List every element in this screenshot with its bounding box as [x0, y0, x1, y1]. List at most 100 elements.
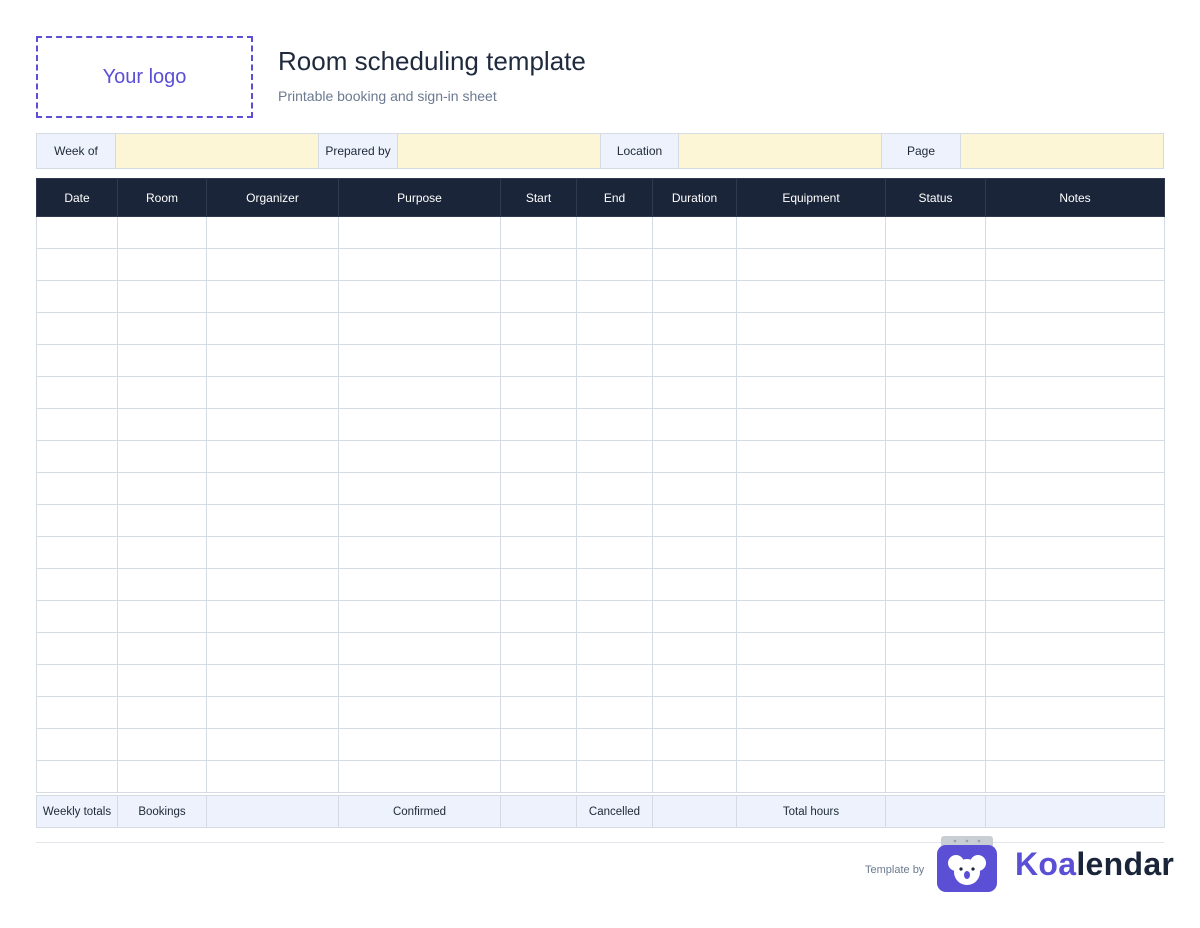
table-cell[interactable] [338, 376, 501, 409]
table-cell[interactable] [885, 280, 986, 313]
table-cell[interactable] [985, 536, 1165, 569]
table-cell[interactable] [36, 632, 118, 665]
table-cell[interactable] [576, 216, 653, 249]
cancelled-value[interactable] [652, 795, 737, 828]
table-cell[interactable] [652, 696, 737, 729]
table-cell[interactable] [885, 440, 986, 473]
table-cell[interactable] [576, 600, 653, 633]
table-cell[interactable] [652, 664, 737, 697]
table-cell[interactable] [576, 536, 653, 569]
table-cell[interactable] [985, 344, 1165, 377]
table-cell[interactable] [885, 696, 986, 729]
table-cell[interactable] [500, 728, 577, 761]
table-cell[interactable] [885, 536, 986, 569]
table-cell[interactable] [500, 280, 577, 313]
table-cell[interactable] [576, 408, 653, 441]
table-cell[interactable] [736, 280, 886, 313]
table-cell[interactable] [885, 760, 986, 793]
table-cell[interactable] [338, 472, 501, 505]
table-cell[interactable] [117, 504, 207, 537]
table-cell[interactable] [117, 440, 207, 473]
table-cell[interactable] [985, 280, 1165, 313]
table-cell[interactable] [500, 472, 577, 505]
table-cell[interactable] [985, 696, 1165, 729]
table-cell[interactable] [36, 312, 118, 345]
confirmed-value[interactable] [500, 795, 577, 828]
table-cell[interactable] [206, 248, 339, 281]
table-cell[interactable] [206, 408, 339, 441]
table-cell[interactable] [338, 312, 501, 345]
table-cell[interactable] [36, 696, 118, 729]
totals-extra-cell[interactable] [985, 795, 1165, 828]
table-cell[interactable] [652, 760, 737, 793]
table-cell[interactable] [500, 568, 577, 601]
table-cell[interactable] [36, 760, 118, 793]
table-cell[interactable] [652, 440, 737, 473]
prepared-by-field[interactable] [398, 134, 601, 168]
table-cell[interactable] [985, 408, 1165, 441]
table-cell[interactable] [338, 248, 501, 281]
table-cell[interactable] [652, 568, 737, 601]
table-cell[interactable] [36, 568, 118, 601]
table-cell[interactable] [985, 568, 1165, 601]
table-cell[interactable] [206, 472, 339, 505]
table-cell[interactable] [117, 280, 207, 313]
table-cell[interactable] [985, 728, 1165, 761]
table-cell[interactable] [117, 344, 207, 377]
location-field[interactable] [679, 134, 882, 168]
table-cell[interactable] [500, 600, 577, 633]
table-cell[interactable] [985, 312, 1165, 345]
table-cell[interactable] [576, 504, 653, 537]
table-cell[interactable] [206, 568, 339, 601]
table-cell[interactable] [985, 472, 1165, 505]
table-cell[interactable] [652, 728, 737, 761]
table-cell[interactable] [576, 696, 653, 729]
table-cell[interactable] [117, 600, 207, 633]
table-cell[interactable] [117, 760, 207, 793]
table-cell[interactable] [500, 216, 577, 249]
table-cell[interactable] [500, 408, 577, 441]
table-cell[interactable] [338, 536, 501, 569]
table-cell[interactable] [500, 536, 577, 569]
table-cell[interactable] [736, 728, 886, 761]
table-cell[interactable] [206, 760, 339, 793]
table-cell[interactable] [736, 408, 886, 441]
table-cell[interactable] [885, 504, 986, 537]
table-cell[interactable] [652, 536, 737, 569]
table-cell[interactable] [36, 664, 118, 697]
table-cell[interactable] [36, 504, 118, 537]
table-cell[interactable] [736, 664, 886, 697]
table-cell[interactable] [736, 760, 886, 793]
table-cell[interactable] [36, 728, 118, 761]
table-cell[interactable] [985, 504, 1165, 537]
table-cell[interactable] [576, 472, 653, 505]
table-cell[interactable] [985, 440, 1165, 473]
table-cell[interactable] [985, 600, 1165, 633]
table-cell[interactable] [576, 728, 653, 761]
table-cell[interactable] [652, 600, 737, 633]
table-cell[interactable] [36, 536, 118, 569]
table-cell[interactable] [338, 440, 501, 473]
table-cell[interactable] [985, 376, 1165, 409]
table-cell[interactable] [885, 600, 986, 633]
table-cell[interactable] [652, 312, 737, 345]
table-cell[interactable] [576, 280, 653, 313]
table-cell[interactable] [206, 696, 339, 729]
table-cell[interactable] [885, 664, 986, 697]
table-cell[interactable] [652, 344, 737, 377]
table-cell[interactable] [36, 248, 118, 281]
table-cell[interactable] [736, 568, 886, 601]
table-cell[interactable] [338, 280, 501, 313]
table-cell[interactable] [36, 408, 118, 441]
table-cell[interactable] [338, 728, 501, 761]
table-cell[interactable] [652, 632, 737, 665]
table-cell[interactable] [206, 376, 339, 409]
table-cell[interactable] [736, 600, 886, 633]
table-cell[interactable] [338, 568, 501, 601]
table-cell[interactable] [736, 504, 886, 537]
table-cell[interactable] [500, 376, 577, 409]
table-cell[interactable] [338, 600, 501, 633]
table-cell[interactable] [500, 312, 577, 345]
table-cell[interactable] [576, 344, 653, 377]
table-cell[interactable] [206, 280, 339, 313]
